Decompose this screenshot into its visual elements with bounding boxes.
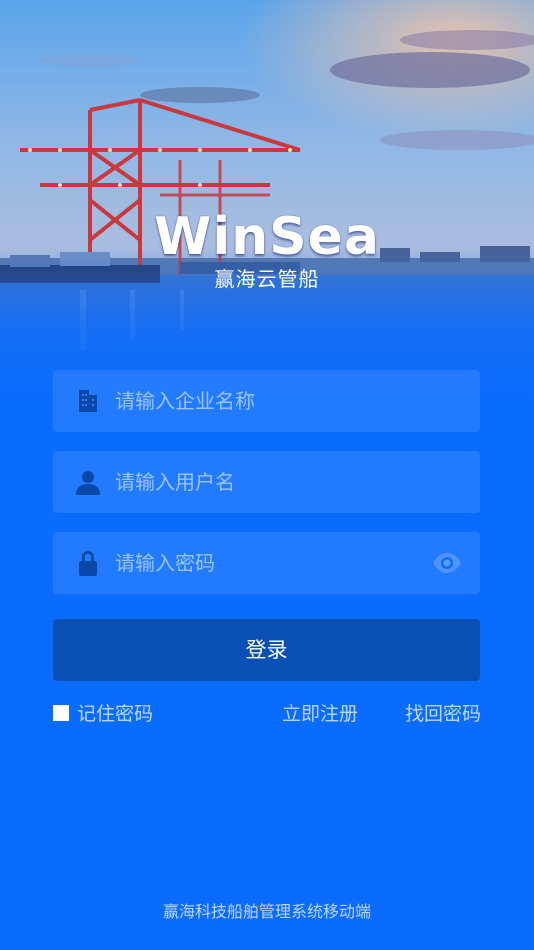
username-field[interactable] xyxy=(53,451,480,513)
footer-text: 赢海科技船舶管理系统移动端 xyxy=(162,902,371,921)
user-icon xyxy=(76,471,100,495)
remember-label: 记住密码 xyxy=(77,703,154,725)
login-options: 记住密码 立即注册 找回密码 xyxy=(53,700,481,728)
forgot-password-link[interactable]: 找回密码 xyxy=(405,700,481,728)
register-link[interactable]: 立即注册 xyxy=(282,700,358,728)
brand-logo: WinSea xyxy=(153,207,380,267)
username-input[interactable] xyxy=(115,451,415,513)
brand-subtitle: 赢海云管船 xyxy=(214,267,320,291)
password-input[interactable] xyxy=(115,532,415,594)
login-button[interactable]: 登录 xyxy=(53,619,480,681)
brand-block: WinSea 赢海云管船 xyxy=(0,208,534,292)
remember-password-toggle[interactable]: 记住密码 xyxy=(53,700,153,728)
remember-checkbox[interactable] xyxy=(53,705,69,721)
lock-icon xyxy=(79,551,97,576)
building-icon xyxy=(79,390,97,412)
login-screen: WinSea 赢海云管船 请输入企业名称 请输入用户名 登录 记住密码 立即注册… xyxy=(0,0,534,950)
eye-icon[interactable] xyxy=(432,552,462,574)
company-input[interactable] xyxy=(115,370,415,432)
company-field[interactable] xyxy=(53,370,480,432)
password-field[interactable] xyxy=(53,532,480,594)
